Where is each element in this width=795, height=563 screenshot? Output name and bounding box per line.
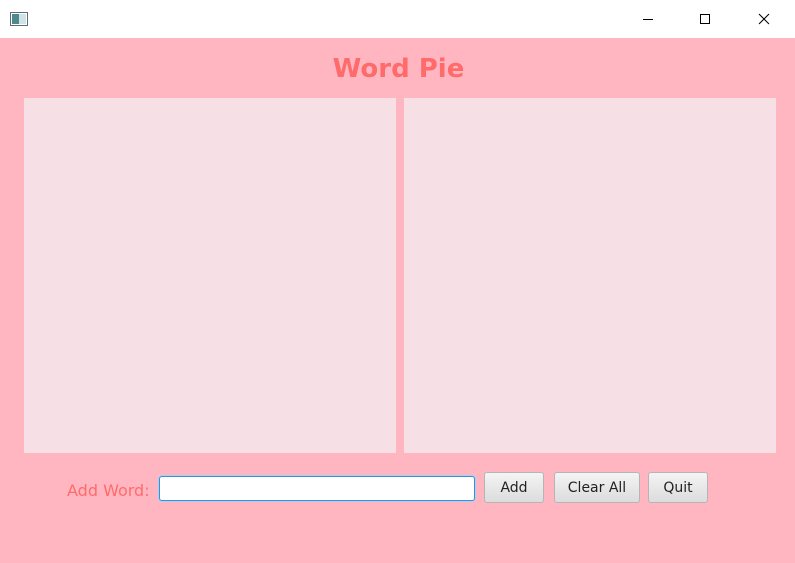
clear-all-button[interactable]: Clear All [554, 472, 640, 503]
close-button[interactable] [741, 0, 787, 38]
app-title: Word Pie [332, 54, 465, 84]
maximize-icon [700, 14, 710, 24]
right-chart-panel [404, 98, 776, 453]
add-button[interactable]: Add [484, 472, 544, 503]
add-word-label: Add Word: [67, 481, 150, 500]
quit-button[interactable]: Quit [648, 472, 708, 503]
app-window-icon [10, 11, 28, 26]
minimize-button[interactable] [625, 0, 671, 38]
add-word-input[interactable] [159, 476, 475, 501]
left-chart-panel [24, 98, 396, 453]
minimize-icon [643, 19, 653, 20]
window-title-bar[interactable] [0, 0, 795, 38]
maximize-button[interactable] [682, 0, 728, 38]
app-content: Word Pie Add Word: Add Clear All Quit [2, 38, 795, 563]
close-icon [758, 13, 770, 25]
